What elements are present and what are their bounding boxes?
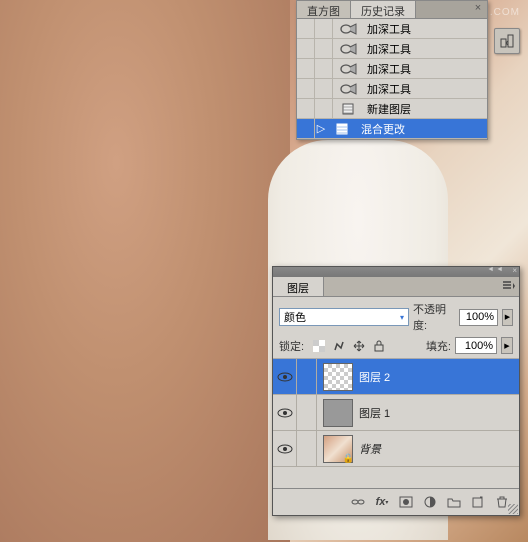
dropdown-arrow-icon: ▾ (400, 313, 404, 322)
layer-thumbnail[interactable] (323, 399, 353, 427)
layers-panel: × 图层 颜色 ▾ 不透明度: 100% ▶ 锁定: 填充: 100% ▶ (272, 266, 520, 516)
history-item-selected[interactable]: ▷ 混合更改 (297, 119, 487, 139)
lock-transparency-icon[interactable] (312, 339, 326, 353)
history-brush-checkbox[interactable] (297, 19, 315, 39)
lock-icon: 🔒 (343, 453, 354, 464)
visibility-toggle[interactable] (273, 395, 297, 431)
history-brush-checkbox[interactable] (297, 39, 315, 59)
layer-row-selected[interactable]: 图层 2 (273, 359, 519, 395)
blend-mode-value: 颜色 (284, 309, 306, 325)
lock-pixels-icon[interactable] (332, 339, 346, 353)
history-list: 加深工具 加深工具 加深工具 加深工具 新建图层 ▷ (297, 19, 487, 139)
link-col[interactable] (297, 431, 317, 467)
fill-flyout-icon[interactable]: ▶ (501, 337, 513, 354)
layer-thumbnail[interactable]: 🔒 (323, 435, 353, 463)
tab-history[interactable]: 历史记录 (351, 1, 416, 18)
layer-style-button[interactable]: fx▾ (371, 492, 393, 512)
history-current-caret-icon: ▷ (315, 122, 327, 135)
history-brush-checkbox[interactable] (297, 99, 315, 119)
layer-row[interactable]: 🔒 背景 (273, 431, 519, 467)
history-item-label: 新建图层 (365, 101, 487, 117)
burn-tool-icon (337, 81, 361, 97)
history-close-icon[interactable]: × (471, 2, 485, 16)
tab-histogram[interactable]: 直方图 (297, 1, 351, 18)
history-snapshot-col (315, 79, 333, 99)
history-item[interactable]: 加深工具 (297, 59, 487, 79)
history-brush-checkbox[interactable] (297, 59, 315, 79)
history-snapshot-col (315, 19, 333, 39)
opacity-label: 不透明度: (413, 301, 455, 333)
new-layer-icon (337, 101, 361, 117)
layers-panel-menu-icon[interactable] (503, 281, 515, 294)
layers-footer: fx▾ (273, 489, 519, 515)
burn-tool-icon (337, 41, 361, 57)
history-snapshot-col (315, 59, 333, 79)
opacity-flyout-icon[interactable]: ▶ (502, 309, 513, 326)
layers-tabrow: 图层 (273, 277, 519, 297)
burn-tool-icon (337, 21, 361, 37)
link-col[interactable] (297, 359, 317, 395)
layer-name[interactable]: 背景 (359, 441, 519, 457)
visibility-toggle[interactable] (273, 359, 297, 395)
eye-icon (277, 444, 293, 454)
history-panel: 直方图 历史记录 × 加深工具 加深工具 加深工具 加深工具 (296, 0, 488, 140)
new-layer-button[interactable] (467, 492, 489, 512)
layer-name[interactable]: 图层 2 (359, 369, 519, 385)
eye-icon (277, 408, 293, 418)
dock-toggle-button[interactable] (494, 28, 520, 54)
lock-buttons (312, 339, 386, 353)
lock-position-icon[interactable] (352, 339, 366, 353)
history-snapshot-col (315, 39, 333, 59)
resize-grip-icon[interactable] (508, 504, 518, 514)
fill-label: 填充: (426, 338, 451, 354)
history-brush-checkbox[interactable] (297, 119, 315, 139)
history-item-label: 混合更改 (359, 121, 487, 137)
lock-all-icon[interactable] (372, 339, 386, 353)
layers-controls: 颜色 ▾ 不透明度: 100% ▶ 锁定: 填充: 100% ▶ (273, 297, 519, 359)
layers-close-icon[interactable]: × (512, 266, 517, 275)
history-snapshot-col (315, 99, 333, 119)
dock-icon (500, 34, 514, 48)
adjustment-layer-button[interactable] (419, 492, 441, 512)
layer-list: 图层 2 图层 1 🔒 背景 (273, 359, 519, 489)
history-item-label: 加深工具 (365, 81, 487, 97)
fill-input[interactable]: 100% (455, 337, 497, 354)
history-item[interactable]: 加深工具 (297, 19, 487, 39)
link-col[interactable] (297, 395, 317, 431)
layer-name[interactable]: 图层 1 (359, 405, 519, 421)
burn-tool-icon (337, 61, 361, 77)
history-item-label: 加深工具 (365, 21, 487, 37)
layers-titlebar[interactable]: × (273, 267, 519, 277)
eye-icon (277, 372, 293, 382)
lock-label: 锁定: (279, 338, 304, 354)
opacity-input[interactable]: 100% (459, 309, 498, 326)
history-item[interactable]: 加深工具 (297, 39, 487, 59)
layer-thumbnail[interactable] (323, 363, 353, 391)
layer-row[interactable]: 图层 1 (273, 395, 519, 431)
history-item[interactable]: 加深工具 (297, 79, 487, 99)
tab-layers[interactable]: 图层 (273, 277, 324, 296)
blend-change-icon (331, 121, 355, 137)
blend-mode-select[interactable]: 颜色 ▾ (279, 308, 409, 326)
history-item-label: 加深工具 (365, 61, 487, 77)
history-item[interactable]: 新建图层 (297, 99, 487, 119)
history-tabs: 直方图 历史记录 × (297, 1, 487, 19)
link-layers-button[interactable] (347, 492, 369, 512)
visibility-toggle[interactable] (273, 431, 297, 467)
history-brush-checkbox[interactable] (297, 79, 315, 99)
new-group-button[interactable] (443, 492, 465, 512)
history-item-label: 加深工具 (365, 41, 487, 57)
layer-mask-button[interactable] (395, 492, 417, 512)
